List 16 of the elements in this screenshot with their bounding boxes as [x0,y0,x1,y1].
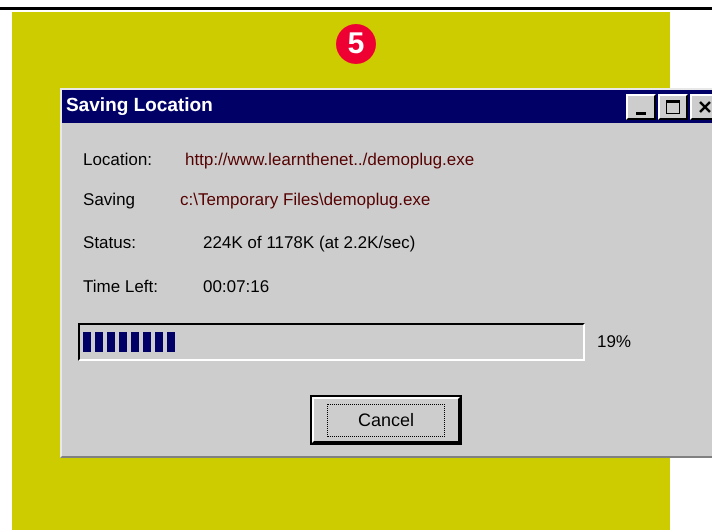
window-title: Saving Location [66,94,213,118]
field-value: http://www.learnthenet../demoplug.exe [185,149,474,172]
field-value: 00:07:16 [203,276,270,298]
close-icon [698,100,712,114]
progress-percent: 19% [597,331,632,354]
field-value: 224K of 1178K (at 2.2K/sec) [203,232,416,254]
field-label: Time Left: [83,276,159,298]
field-label: Location: [83,149,153,172]
maximize-button[interactable] [658,94,688,120]
minimize-button[interactable] [626,94,656,120]
step-number-badge: 5 [336,24,376,64]
field-label: Status: [83,232,137,254]
close-button[interactable] [690,94,712,120]
field-label: Saving [83,189,136,212]
field-value: c:\Temporary Files\demoplug.exe [180,189,430,212]
cancel-button[interactable]: Cancel [312,397,460,443]
